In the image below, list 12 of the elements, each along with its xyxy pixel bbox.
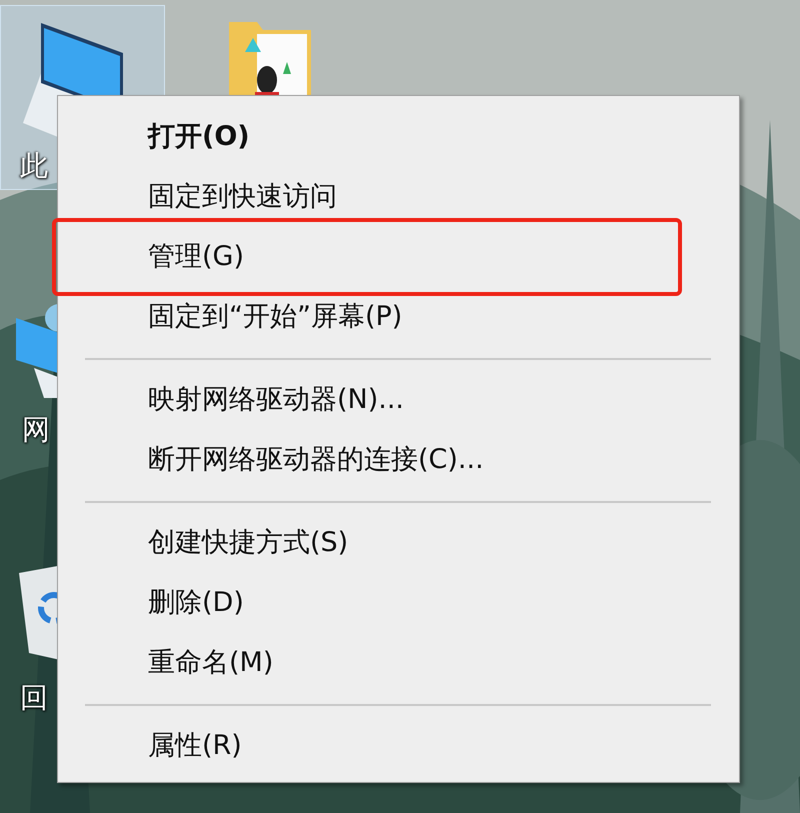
menu-item[interactable]: 删除(D) xyxy=(148,585,244,621)
menu-item[interactable]: 打开(O) xyxy=(148,119,250,155)
menu-item[interactable]: 断开网络驱动器的连接(C)... xyxy=(148,442,484,478)
menu-item[interactable]: 重命名(M) xyxy=(148,645,274,681)
menu-item[interactable]: 管理(G) xyxy=(148,239,244,275)
menu-item[interactable]: 属性(R) xyxy=(148,728,242,764)
menu-item[interactable]: 映射网络驱动器(N)... xyxy=(148,382,404,418)
menu-item[interactable]: 固定到快速访问 xyxy=(148,179,337,215)
menu-item[interactable]: 固定到“开始”屏幕(P) xyxy=(148,299,402,335)
icon-label[interactable]: 网 xyxy=(22,412,50,448)
menu-item[interactable]: 创建快捷方式(S) xyxy=(148,525,348,561)
icon-label[interactable]: 回 xyxy=(20,680,48,716)
